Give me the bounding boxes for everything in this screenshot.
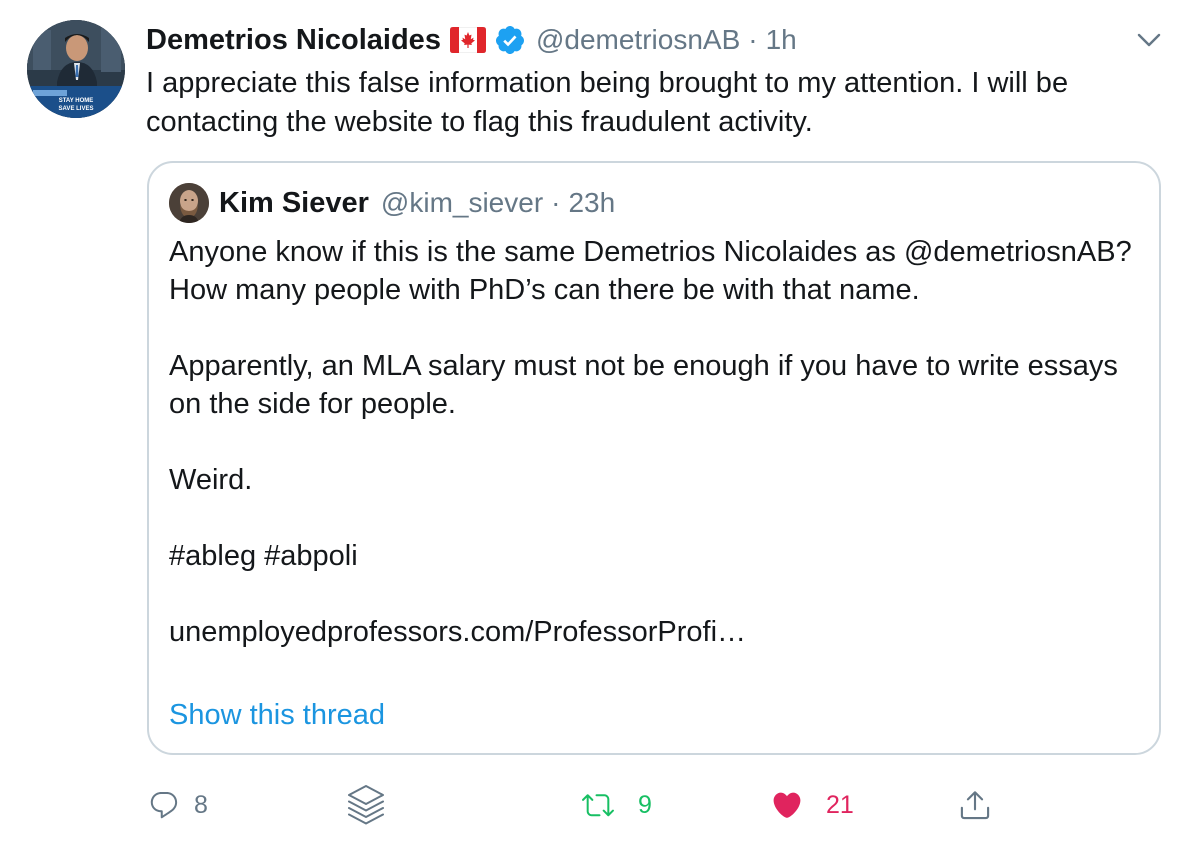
svg-text:STAY HOME: STAY HOME bbox=[59, 98, 94, 104]
share-icon bbox=[960, 791, 990, 820]
quoted-author-handle[interactable]: @kim_siever bbox=[381, 187, 543, 219]
like-count: 21 bbox=[826, 790, 854, 819]
tweet-text: I appreciate this false information bein… bbox=[146, 67, 1069, 138]
tweet-header: Demetrios Nicolaides @demetriosnAB · 1h bbox=[146, 20, 797, 60]
share-button[interactable] bbox=[958, 780, 992, 830]
author-avatar[interactable]: STAY HOME SAVE LIVES bbox=[27, 20, 125, 118]
tweet-actions: 8 9 21 bbox=[0, 780, 1188, 830]
separator-dot: · bbox=[551, 187, 561, 218]
show-thread-link[interactable]: Show this thread bbox=[169, 699, 385, 732]
author-display-name[interactable]: Demetrios Nicolaides bbox=[146, 24, 441, 57]
retweet-button[interactable]: 9 bbox=[580, 780, 652, 830]
verified-badge-icon bbox=[494, 24, 526, 56]
heart-icon bbox=[773, 792, 801, 818]
reply-count: 8 bbox=[194, 790, 208, 819]
quoted-paragraph: Anyone know if this is the same Demetrio… bbox=[169, 236, 1132, 306]
chevron-down-icon[interactable] bbox=[1136, 30, 1162, 50]
quoted-paragraph: Apparently, an MLA salary must not be en… bbox=[169, 350, 1118, 420]
like-button[interactable]: 21 bbox=[770, 780, 854, 830]
tweet: STAY HOME SAVE LIVES Demetrios Nicolaide… bbox=[0, 0, 1188, 846]
reply-button[interactable]: 8 bbox=[148, 780, 208, 830]
svg-text:SAVE LIVES: SAVE LIVES bbox=[59, 106, 94, 112]
separator-dot: · bbox=[748, 24, 758, 55]
quoted-author-display-name[interactable]: Kim Siever bbox=[219, 187, 369, 220]
retweet-icon bbox=[582, 794, 614, 817]
stack-button[interactable] bbox=[346, 780, 386, 830]
quoted-link[interactable]: unemployedprofessors.com/ProfessorProfi… bbox=[169, 613, 1149, 651]
tweet-timestamp[interactable]: 1h bbox=[766, 24, 797, 56]
retweet-count: 9 bbox=[638, 790, 652, 819]
quoted-paragraph: Weird. bbox=[169, 464, 253, 496]
quoted-tweet[interactable]: Kim Siever @kim_siever · 23h Anyone know… bbox=[147, 161, 1161, 755]
quoted-tweet-header: Kim Siever @kim_siever · 23h bbox=[219, 181, 615, 225]
author-handle[interactable]: @demetriosnAB bbox=[536, 24, 740, 56]
quoted-author-avatar[interactable] bbox=[169, 183, 209, 223]
quoted-tweet-text: Anyone know if this is the same Demetrio… bbox=[169, 233, 1149, 651]
canada-flag-icon bbox=[449, 26, 487, 54]
quoted-hashtags[interactable]: #ableg #abpoli bbox=[169, 537, 1149, 575]
reply-icon bbox=[150, 791, 178, 819]
stack-icon bbox=[348, 785, 384, 825]
quoted-tweet-timestamp[interactable]: 23h bbox=[568, 187, 615, 219]
